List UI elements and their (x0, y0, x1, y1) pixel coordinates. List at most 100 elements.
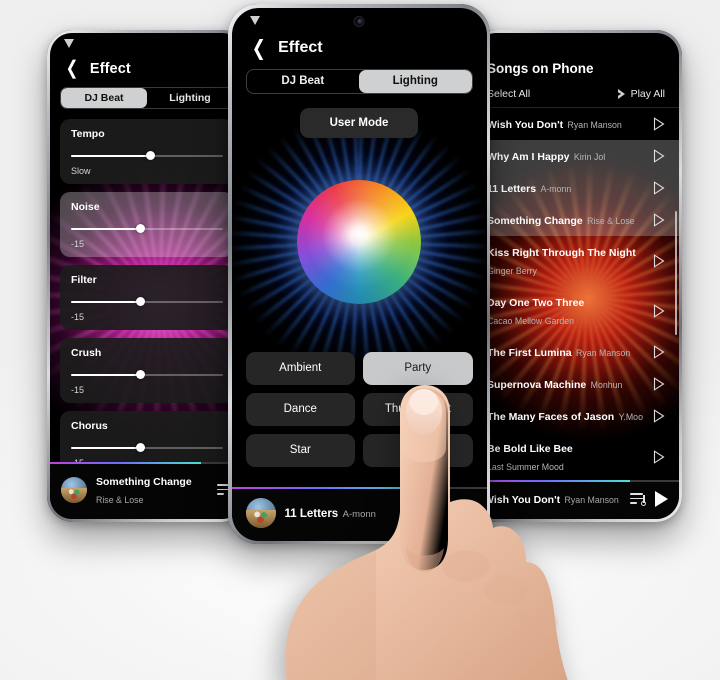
songs-toolbar: Select All Play All (473, 85, 679, 108)
left-phone: ❮ Effect DJ Beat Lighting Tempo Slow Noi… (47, 30, 247, 522)
list-item[interactable]: Why Am I Happy Kirin Jol (473, 140, 679, 172)
song-text: 11 Letters A-monn (487, 179, 645, 197)
song-title: Wish You Don't (487, 119, 564, 131)
effect-slider[interactable] (71, 297, 223, 307)
effect-label: Filter (71, 274, 97, 286)
slider-knob[interactable] (136, 224, 146, 233)
song-text: Why Am I Happy Kirin Jol (487, 147, 645, 165)
playlist-icon[interactable] (630, 492, 646, 506)
back-arrow-icon[interactable]: ❮ (251, 38, 265, 59)
center-header: ❮ Effect (232, 34, 487, 69)
center-effect-tabs: DJ Beat Lighting (245, 68, 473, 94)
page-title: Effect (89, 60, 131, 77)
album-art (245, 497, 276, 528)
song-title: Why Am I Happy (487, 151, 570, 163)
left-status-bar (50, 33, 244, 53)
tab-dj-beat[interactable]: DJ Beat (61, 88, 147, 108)
effect-slider[interactable] (71, 370, 223, 380)
play-icon[interactable] (653, 149, 665, 163)
song-artist: A-monn (540, 184, 572, 194)
play-icon[interactable] (653, 345, 665, 359)
play-icon[interactable] (653, 117, 665, 131)
slider-knob[interactable] (136, 297, 146, 306)
effect-card-tempo[interactable]: Tempo Slow (60, 119, 234, 184)
song-artist: Cacao Mellow Garden (487, 316, 575, 326)
track-meta: Something Change Rise & Lose (96, 472, 208, 508)
slider-fill (71, 155, 151, 157)
wifi-icon (249, 16, 261, 25)
play-icon[interactable] (653, 304, 665, 318)
play-icon[interactable] (653, 181, 665, 195)
left-header: ❮ Effect (50, 53, 244, 87)
tab-dj-beat[interactable]: DJ Beat (247, 70, 360, 93)
slider-fill (71, 301, 141, 303)
effect-label: Tempo (71, 128, 105, 140)
list-item[interactable]: Day One Two Three Cacao Mellow Garden (473, 286, 679, 336)
song-artist: Rise & Lose (587, 216, 635, 226)
song-title: Something Change (487, 215, 583, 227)
song-title: 11 Letters (487, 183, 537, 195)
slider-knob[interactable] (145, 151, 155, 160)
effect-value: -15 (71, 385, 85, 395)
effect-slider[interactable] (71, 224, 223, 234)
left-progress-track[interactable] (50, 462, 244, 464)
color-wheel-area (231, 91, 487, 392)
scrollbar[interactable] (674, 211, 677, 335)
play-icon[interactable] (653, 213, 665, 227)
list-item[interactable]: Kiss Right Through The Night Ginger Berr… (473, 236, 679, 286)
effect-label: Noise (71, 201, 100, 213)
song-artist: Ginger Berry (487, 266, 537, 276)
slider-fill (71, 228, 141, 230)
list-item[interactable]: Wish You Don't Ryan Manson (473, 108, 679, 140)
slider-knob[interactable] (136, 370, 146, 379)
back-arrow-icon[interactable]: ❮ (66, 59, 79, 78)
front-camera-icon (353, 15, 365, 27)
left-now-playing[interactable]: Something Change Rise & Lose (50, 464, 244, 519)
page-title: Effect (278, 39, 323, 56)
play-icon[interactable] (655, 491, 668, 507)
effect-value: Slow (71, 166, 91, 176)
color-wheel-picker[interactable] (297, 179, 421, 304)
left-phone-screen: ❮ Effect DJ Beat Lighting Tempo Slow Noi… (50, 33, 244, 519)
scene: ❮ Effect DJ Beat Lighting Tempo Slow Noi… (0, 0, 720, 680)
tab-lighting[interactable]: Lighting (359, 69, 472, 93)
track-artist: Rise & Lose (96, 495, 144, 505)
hand-pointing (280, 352, 610, 680)
effect-card-noise[interactable]: Noise -15 (60, 192, 234, 257)
track-title: Something Change (96, 476, 192, 488)
song-text: Something Change Rise & Lose (487, 211, 645, 229)
play-icon[interactable] (653, 254, 665, 268)
song-text: Day One Two Three Cacao Mellow Garden (487, 293, 645, 329)
user-mode-button[interactable]: User Mode (300, 107, 418, 138)
play-all-button[interactable]: Play All (615, 88, 665, 100)
effect-slider[interactable] (71, 443, 223, 453)
left-effect-tabs: DJ Beat Lighting (60, 87, 234, 109)
slider-fill (71, 447, 141, 449)
select-all-button[interactable]: Select All (487, 88, 530, 100)
effect-value: -15 (71, 239, 85, 249)
list-item[interactable]: Something Change Rise & Lose (473, 204, 679, 236)
effect-slider[interactable] (71, 151, 223, 161)
play-icon[interactable] (653, 450, 665, 464)
song-artist: Ryan Manson (567, 120, 622, 130)
effect-card-crush[interactable]: Crush -15 (60, 338, 234, 403)
song-text: Kiss Right Through The Night Ginger Berr… (487, 243, 645, 279)
effect-card-filter[interactable]: Filter -15 (60, 265, 234, 330)
album-art (61, 477, 87, 503)
play-all-label: Play All (630, 88, 665, 100)
wifi-icon (64, 38, 75, 48)
list-item[interactable]: 11 Letters A-monn (473, 172, 679, 204)
play-icon[interactable] (653, 409, 665, 423)
song-text: Wish You Don't Ryan Manson (487, 115, 645, 133)
effect-value: -15 (71, 312, 85, 322)
effect-label: Crush (71, 347, 102, 359)
left-progress-fill (50, 462, 202, 464)
tab-lighting[interactable]: Lighting (147, 88, 233, 108)
songs-page-title: Songs on Phone (487, 61, 594, 76)
effect-label: Chorus (71, 420, 108, 432)
song-artist: Y.Moo (618, 412, 643, 422)
left-effect-list: Tempo Slow Noise -15 Filter -15 Crush -1… (50, 119, 244, 513)
song-title: Day One Two Three (487, 297, 585, 309)
slider-knob[interactable] (136, 443, 146, 452)
play-icon[interactable] (653, 377, 665, 391)
